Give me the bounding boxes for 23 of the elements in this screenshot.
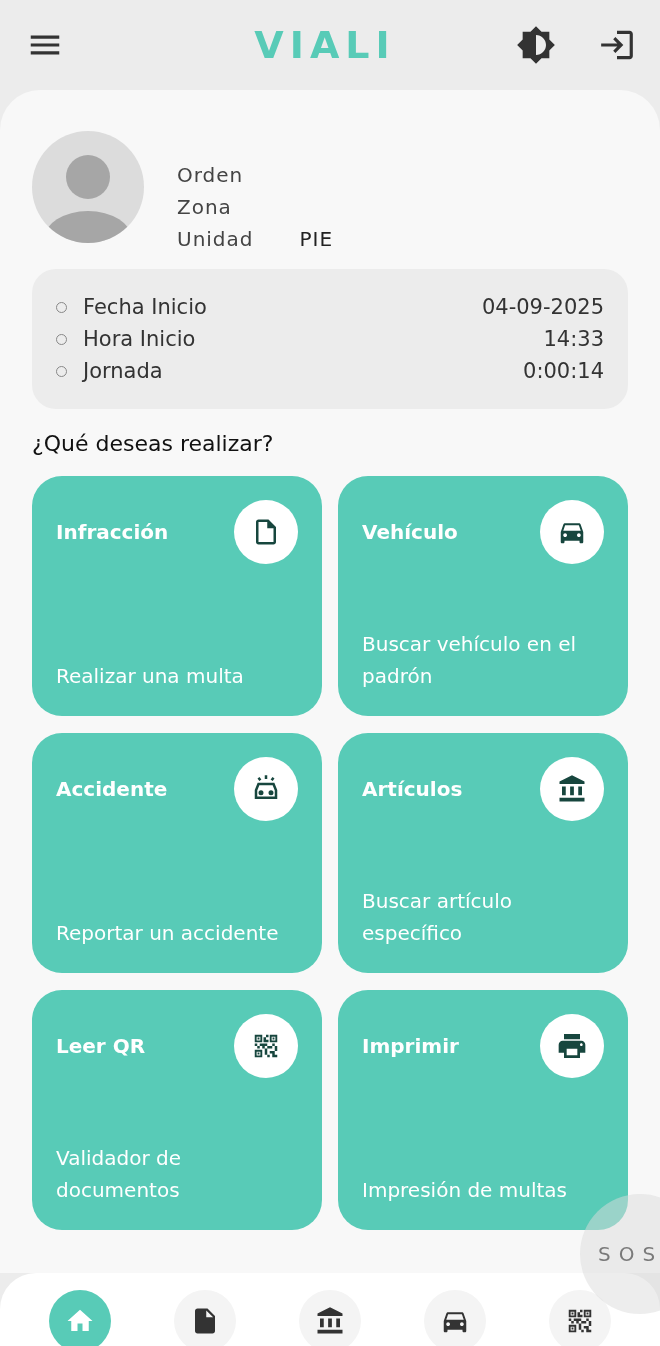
shift-value: 14:33 — [543, 326, 604, 353]
bank-icon — [557, 774, 587, 804]
shift-label: Fecha Inicio — [83, 294, 207, 321]
nav-button[interactable] — [299, 1290, 361, 1346]
action-card[interactable]: Infracción Realizar una multa — [32, 476, 322, 716]
action-card[interactable]: Artículos Buscar artículo específico — [338, 733, 628, 973]
action-card[interactable]: Accidente Reportar un accidente — [32, 733, 322, 973]
bank-icon — [315, 1306, 345, 1336]
field-label: Orden — [177, 162, 245, 189]
action-card[interactable]: Vehículo Buscar vehículo en el padrón — [338, 476, 628, 716]
action-card[interactable]: Imprimir Impresión de multas — [338, 990, 628, 1230]
shift-value: 04-09-2025 — [481, 294, 604, 321]
shift-value: 0:00:14 — [523, 358, 604, 385]
sos-button[interactable]: SOS — [580, 1194, 660, 1314]
field-value: PIE — [299, 226, 334, 253]
logo: VIALI — [254, 23, 396, 67]
shift-label: Jornada — [83, 358, 163, 385]
field-label: Unidad — [177, 226, 254, 253]
shift-label: Hora Inicio — [83, 326, 196, 353]
action-card[interactable]: Leer QR Validador de documentos — [32, 990, 322, 1230]
field-label: Zona — [177, 194, 233, 221]
brightness-button[interactable] — [516, 25, 556, 65]
section-title: ¿Qué deseas realizar? — [32, 431, 275, 456]
